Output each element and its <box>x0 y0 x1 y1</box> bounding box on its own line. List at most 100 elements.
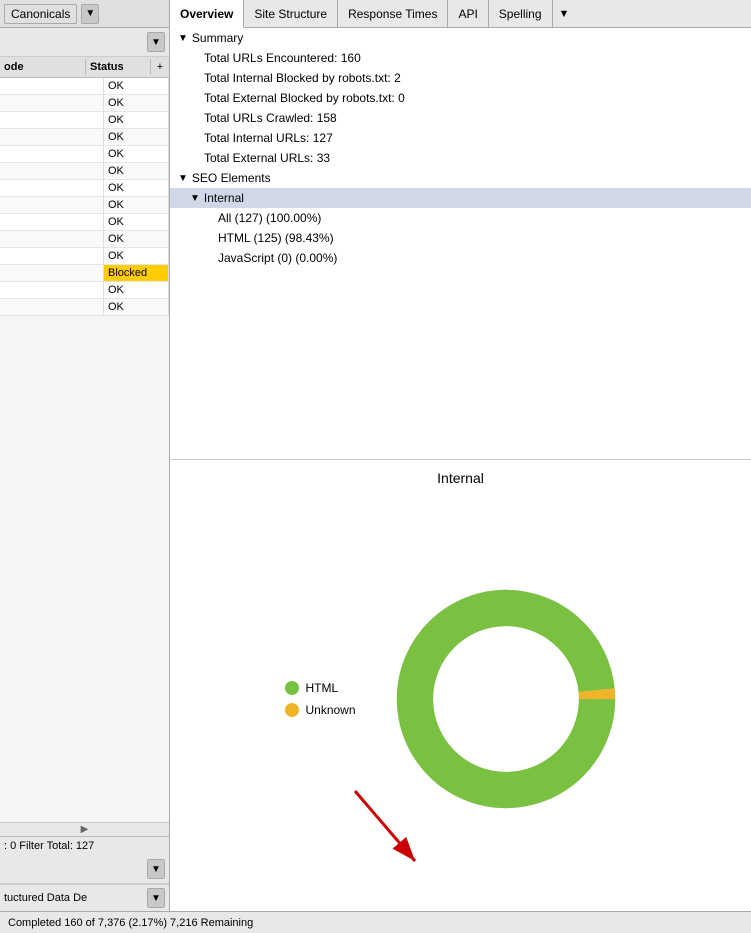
left-panel-header: Canonicals ▼ <box>0 0 170 27</box>
td-mode <box>0 299 104 315</box>
td-status: OK <box>104 197 169 213</box>
canonicals-button[interactable]: Canonicals <box>4 4 77 24</box>
internal-label: Internal <box>204 191 244 205</box>
td-mode <box>0 282 104 298</box>
legend-dot-unknown <box>285 703 299 717</box>
td-mode <box>0 112 104 128</box>
tab-api[interactable]: API <box>448 0 488 27</box>
chart-container: HTML Unknown <box>180 496 741 901</box>
tab-site-structure[interactable]: Site Structure <box>244 0 338 27</box>
td-status: OK <box>104 129 169 145</box>
left-bottom-dropdown[interactable]: ▼ <box>147 859 165 879</box>
summary-item-3: Total URLs Crawled: 158 <box>170 108 751 128</box>
overview-content: ▼ Summary Total URLs Encountered: 160 To… <box>170 28 751 460</box>
td-status: OK <box>104 214 169 230</box>
legend-item-html: HTML <box>285 681 355 695</box>
summary-item-0: Total URLs Encountered: 160 <box>170 48 751 68</box>
internal-item-0: All (127) (100.00%) <box>170 208 751 228</box>
td-mode <box>0 180 104 196</box>
table-row[interactable]: OK <box>0 129 169 146</box>
canonicals-dropdown[interactable]: ▼ <box>81 4 99 24</box>
seo-elements-header[interactable]: ▼ SEO Elements <box>170 168 751 188</box>
legend-label-unknown: Unknown <box>305 703 355 717</box>
tab-response-times[interactable]: Response Times <box>338 0 448 27</box>
seo-elements-label: SEO Elements <box>192 171 271 185</box>
td-status: OK <box>104 163 169 179</box>
table-row[interactable]: OK <box>0 180 169 197</box>
td-mode <box>0 197 104 213</box>
td-status: OK <box>104 282 169 298</box>
table-row[interactable]: OK <box>0 95 169 112</box>
internal-arrow: ▼ <box>190 193 200 204</box>
tab-bar: Canonicals ▼ Overview Site Structure Res… <box>0 0 751 28</box>
table-row[interactable]: OK <box>0 231 169 248</box>
legend-item-unknown: Unknown <box>285 703 355 717</box>
table-row[interactable]: OK <box>0 197 169 214</box>
table-row[interactable]: Blocked <box>0 265 169 282</box>
td-status: OK <box>104 78 169 94</box>
table-row[interactable]: OK <box>0 282 169 299</box>
donut-chart <box>376 569 636 829</box>
main-area: ▼ ode Status + OKOKOKOKOKOKOKOKOKOKOKBlo… <box>0 28 751 911</box>
summary-header[interactable]: ▼ Summary <box>170 28 751 48</box>
table-row[interactable]: OK <box>0 163 169 180</box>
internal-header[interactable]: ▼ Internal <box>170 188 751 208</box>
td-status: OK <box>104 299 169 315</box>
td-mode <box>0 129 104 145</box>
table-header: ode Status + <box>0 57 169 78</box>
td-mode <box>0 231 104 247</box>
table-row[interactable]: OK <box>0 214 169 231</box>
summary-label: Summary <box>192 31 243 45</box>
status-text: Completed 160 of 7,376 (2.17%) 7,216 Rem… <box>8 917 253 929</box>
td-mode <box>0 146 104 162</box>
seo-arrow: ▼ <box>178 173 188 184</box>
scroll-right-icon: ▶ <box>81 824 89 835</box>
bottom-label-dropdown[interactable]: ▼ <box>147 888 165 908</box>
tab-spelling[interactable]: Spelling <box>489 0 553 27</box>
internal-item-1: HTML (125) (98.43%) <box>170 228 751 248</box>
td-mode <box>0 163 104 179</box>
bottom-label: tuctured Data De <box>4 892 87 904</box>
td-mode <box>0 265 104 281</box>
summary-item-4: Total Internal URLs: 127 <box>170 128 751 148</box>
donut-svg <box>376 569 636 829</box>
td-status: OK <box>104 146 169 162</box>
table-rows: OKOKOKOKOKOKOKOKOKOKOKBlockedOKOK <box>0 78 169 822</box>
legend-label-html: HTML <box>305 681 338 695</box>
left-panel-footer: : 0 Filter Total: 127 <box>0 836 169 855</box>
table-row[interactable]: OK <box>0 248 169 265</box>
col-mode: ode <box>0 59 86 75</box>
summary-arrow: ▼ <box>178 33 188 44</box>
chart-legend: HTML Unknown <box>285 681 355 717</box>
td-mode <box>0 214 104 230</box>
table-row[interactable]: OK <box>0 78 169 95</box>
legend-dot-html <box>285 681 299 695</box>
td-status: OK <box>104 231 169 247</box>
left-toolbar-dropdown[interactable]: ▼ <box>147 32 165 52</box>
col-plus[interactable]: + <box>151 59 169 75</box>
table-row[interactable]: OK <box>0 146 169 163</box>
right-panel: ▼ Summary Total URLs Encountered: 160 To… <box>170 28 751 911</box>
td-mode <box>0 78 104 94</box>
col-status: Status <box>86 59 151 75</box>
status-bar: Completed 160 of 7,376 (2.17%) 7,216 Rem… <box>0 911 751 933</box>
left-panel-bottom-toolbar: ▼ <box>0 855 169 884</box>
td-status: Blocked <box>104 265 169 281</box>
td-status: OK <box>104 112 169 128</box>
table-row[interactable]: OK <box>0 112 169 129</box>
tab-overview[interactable]: Overview <box>170 0 244 28</box>
chart-title: Internal <box>437 470 484 486</box>
internal-item-2: JavaScript (0) (0.00%) <box>170 248 751 268</box>
td-status: OK <box>104 248 169 264</box>
summary-item-1: Total Internal Blocked by robots.txt: 2 <box>170 68 751 88</box>
summary-item-5: Total External URLs: 33 <box>170 148 751 168</box>
td-status: OK <box>104 180 169 196</box>
table-row[interactable]: OK <box>0 299 169 316</box>
left-panel: ▼ ode Status + OKOKOKOKOKOKOKOKOKOKOKBlo… <box>0 28 170 911</box>
tab-overflow[interactable]: ▼ <box>553 0 576 27</box>
summary-item-2: Total External Blocked by robots.txt: 0 <box>170 88 751 108</box>
td-mode <box>0 95 104 111</box>
chart-area: Internal HTML Unknown <box>170 460 751 911</box>
left-panel-toolbar: ▼ <box>0 28 169 57</box>
td-mode <box>0 248 104 264</box>
